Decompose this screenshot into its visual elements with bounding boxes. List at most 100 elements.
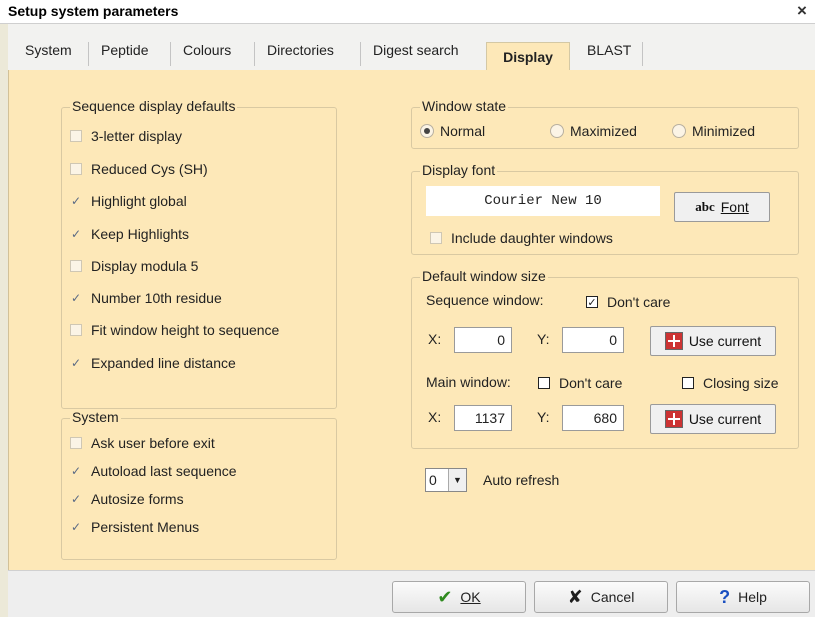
display-font-group: Display font Courier New 10 abc Font Inc… (411, 162, 799, 255)
checkbox-ask-exit[interactable]: Ask user before exit (70, 433, 215, 453)
checkbox-label: Keep Highlights (91, 226, 190, 242)
checkbox-include-daughter[interactable]: Include daughter windows (430, 228, 613, 248)
main-window-label: Main window: (426, 374, 511, 390)
font-button[interactable]: abc Font (674, 192, 770, 222)
radio-minimized[interactable]: Minimized (672, 121, 755, 141)
checkbox-label: Autoload last sequence (91, 463, 237, 479)
close-icon[interactable]: × (793, 1, 811, 21)
checkbox-expanded-line[interactable]: ✓ Expanded line distance (70, 353, 236, 373)
check-icon[interactable]: ✓ (70, 357, 82, 369)
checkbox-box[interactable] (538, 377, 550, 389)
auto-refresh-select[interactable]: 0 ▼ (425, 468, 467, 492)
check-icon[interactable]: ✓ (70, 228, 82, 240)
checkbox-box[interactable] (70, 324, 82, 336)
display-panel: Sequence display defaults 3-letter displ… (8, 70, 815, 570)
title-bar: Setup system parameters × (0, 0, 815, 24)
checkbox-number-10th[interactable]: ✓ Number 10th residue (70, 288, 222, 308)
tab-blast[interactable]: BLAST (580, 40, 638, 70)
abc-icon: abc (695, 199, 715, 214)
tab-label: System (25, 42, 72, 58)
checkbox-highlight-global[interactable]: ✓ Highlight global (70, 191, 187, 211)
tab-system[interactable]: System (18, 40, 79, 70)
checkbox-label: Ask user before exit (91, 435, 215, 451)
checkbox-box[interactable] (70, 130, 82, 142)
select-value: 0 (429, 472, 437, 488)
seq-use-current-button[interactable]: Use current (650, 326, 776, 356)
help-button[interactable]: ? Help (676, 581, 810, 613)
setup-dialog: Setup system parameters × System Peptide… (0, 0, 815, 617)
checkbox-closing-size[interactable]: Closing size (682, 373, 778, 393)
button-label: Cancel (590, 589, 635, 605)
checkbox-3-letter[interactable]: 3-letter display (70, 126, 182, 146)
checkmark-icon: ✔ (437, 586, 453, 607)
checkbox-label: Autosize forms (91, 491, 184, 507)
button-label: Help (738, 589, 767, 605)
x-label: X: (428, 409, 442, 425)
checkbox-autosize[interactable]: ✓ Autosize forms (70, 489, 184, 509)
checkbox-reduced-cys[interactable]: Reduced Cys (SH) (70, 159, 208, 179)
tab-divider (88, 42, 89, 66)
check-icon[interactable]: ✓ (586, 296, 598, 309)
default-window-size-group: Default window size Sequence window: ✓ Do… (411, 268, 799, 449)
radio-maximized[interactable]: Maximized (550, 121, 637, 141)
checkbox-main-dont-care[interactable]: Don't care (538, 373, 622, 393)
group-title: Default window size (420, 268, 548, 284)
checkbox-fit-window[interactable]: Fit window height to sequence (70, 320, 279, 340)
tab-divider (170, 42, 171, 66)
ok-button[interactable]: ✔ OK (392, 581, 526, 613)
group-title: Display font (420, 162, 498, 178)
checkbox-label: Expanded line distance (91, 355, 236, 371)
checkbox-box[interactable] (70, 260, 82, 272)
check-icon[interactable]: ✓ (70, 465, 82, 477)
main-x-input[interactable]: 1137 (454, 405, 512, 431)
radio-label: Normal (440, 123, 486, 139)
checkbox-box[interactable] (70, 437, 82, 449)
main-use-current-button[interactable]: Use current (650, 404, 776, 434)
checkbox-label: Number 10th residue (91, 290, 222, 306)
radio-normal[interactable]: Normal (420, 121, 485, 141)
checkbox-label: Closing size (703, 375, 779, 391)
checkbox-box[interactable] (682, 377, 694, 389)
seq-x-input[interactable]: 0 (454, 327, 512, 353)
chevron-down-icon[interactable]: ▼ (448, 469, 466, 491)
check-icon[interactable]: ✓ (70, 521, 82, 533)
main-y-input[interactable]: 680 (562, 405, 624, 431)
check-icon[interactable]: ✓ (70, 195, 82, 207)
system-group: System Ask user before exit ✓ Autoload la… (61, 409, 337, 560)
font-preview: Courier New 10 (426, 186, 660, 216)
x-label: X: (428, 331, 442, 347)
grid-icon (664, 332, 683, 350)
tab-peptide[interactable]: Peptide (94, 40, 155, 70)
checkbox-label: Reduced Cys (SH) (91, 161, 208, 177)
checkbox-persistent-menus[interactable]: ✓ Persistent Menus (70, 517, 199, 537)
dialog-title: Setup system parameters (8, 3, 179, 19)
cancel-button[interactable]: ✘ Cancel (534, 581, 668, 613)
checkbox-keep-highlights[interactable]: ✓ Keep Highlights (70, 224, 189, 244)
radio-button[interactable] (672, 124, 686, 138)
radio-button[interactable] (550, 124, 564, 138)
check-icon[interactable]: ✓ (70, 292, 82, 304)
tab-divider (642, 42, 643, 66)
checkbox-label: Highlight global (91, 193, 187, 209)
button-label: Use current (688, 411, 762, 427)
button-bar: ✔ OK ✘ Cancel ? Help (8, 570, 815, 617)
checkbox-box[interactable] (70, 163, 82, 175)
checkbox-label: Include daughter windows (451, 230, 613, 246)
seq-y-input[interactable]: 0 (562, 327, 624, 353)
tab-digest-search[interactable]: Digest search (366, 40, 466, 70)
checkbox-autoload[interactable]: ✓ Autoload last sequence (70, 461, 237, 481)
tab-directories[interactable]: Directories (260, 40, 341, 70)
tab-colours[interactable]: Colours (176, 40, 238, 70)
grid-icon (664, 410, 683, 428)
radio-label: Minimized (692, 123, 756, 139)
checkbox-seq-dont-care[interactable]: ✓ Don't care (586, 292, 670, 312)
check-icon[interactable]: ✓ (70, 493, 82, 505)
tab-strip: System Peptide Colours Directories Diges… (8, 24, 815, 74)
checkbox-label: 3-letter display (91, 128, 183, 144)
radio-button[interactable] (420, 124, 434, 138)
checkbox-box[interactable] (430, 232, 442, 244)
tab-label: Peptide (101, 42, 149, 58)
checkbox-display-modula[interactable]: Display modula 5 (70, 256, 198, 276)
checkbox-label: Fit window height to sequence (91, 322, 280, 338)
group-title: System (70, 409, 121, 425)
